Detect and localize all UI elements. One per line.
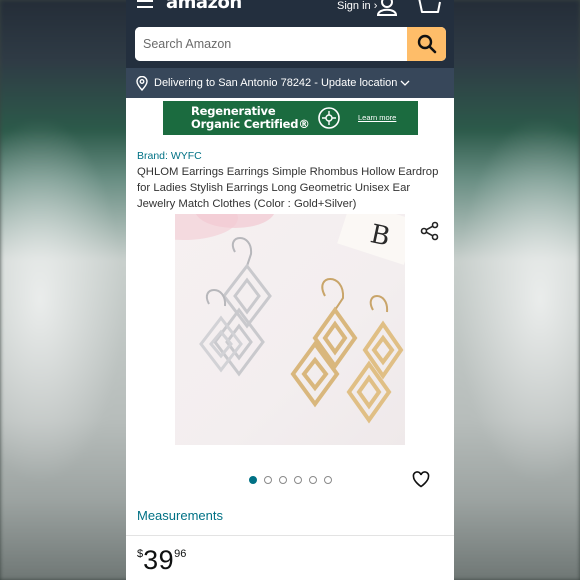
banner-title-line2: Organic Certified® <box>191 116 310 131</box>
banner-title: Regenerative Organic Certified® <box>191 105 310 130</box>
carousel-dot[interactable] <box>309 476 317 484</box>
search-bar <box>135 27 446 61</box>
image-carousel-dots <box>249 476 332 484</box>
search-icon <box>417 34 436 54</box>
location-text: Delivering to San Antonio 78242 - Update… <box>154 77 398 89</box>
heart-icon[interactable] <box>412 471 430 488</box>
delivery-location-bar[interactable]: Delivering to San Antonio 78242 - Update… <box>126 68 454 98</box>
share-icon[interactable] <box>420 221 440 241</box>
carousel-dot[interactable] <box>294 476 302 484</box>
cart-icon[interactable] <box>414 0 442 16</box>
price-currency: $ <box>137 548 144 560</box>
product-title: QHLOM Earrings Earrings Simple Rhombus H… <box>137 166 439 210</box>
promo-banner[interactable]: Regenerative Organic Certified® Learn mo… <box>163 101 418 135</box>
phone-screen: amazon Sign in › Delivering to San Anton… <box>126 0 454 580</box>
carousel-dot[interactable] <box>324 476 332 484</box>
menu-icon[interactable] <box>137 0 153 14</box>
amazon-logo[interactable]: amazon <box>166 0 242 13</box>
sign-in-link[interactable]: Sign in › <box>337 0 377 12</box>
carousel-dot[interactable] <box>249 476 257 484</box>
top-navigation-bar: amazon Sign in › <box>126 0 454 68</box>
price-fraction: 96 <box>174 548 187 560</box>
search-button[interactable] <box>407 27 446 61</box>
divider <box>126 535 454 536</box>
carousel-dot[interactable] <box>279 476 287 484</box>
earrings-illustration: B <box>175 214 405 424</box>
user-icon[interactable] <box>376 0 398 16</box>
carousel-dot[interactable] <box>264 476 272 484</box>
brand-link[interactable]: Brand: WYFC <box>137 150 202 162</box>
price-whole: 39 <box>143 545 175 575</box>
price: $3996 <box>137 545 186 576</box>
product-image[interactable]: B <box>175 214 405 445</box>
location-pin-icon <box>136 75 148 91</box>
chevron-down-icon <box>400 80 410 86</box>
measurements-link[interactable]: Measurements <box>137 508 223 523</box>
banner-title-line1: Regenerative <box>191 104 276 118</box>
organic-certified-logo-icon <box>318 107 340 129</box>
learn-more-link[interactable]: Learn more <box>358 113 396 122</box>
search-input[interactable] <box>135 27 407 61</box>
